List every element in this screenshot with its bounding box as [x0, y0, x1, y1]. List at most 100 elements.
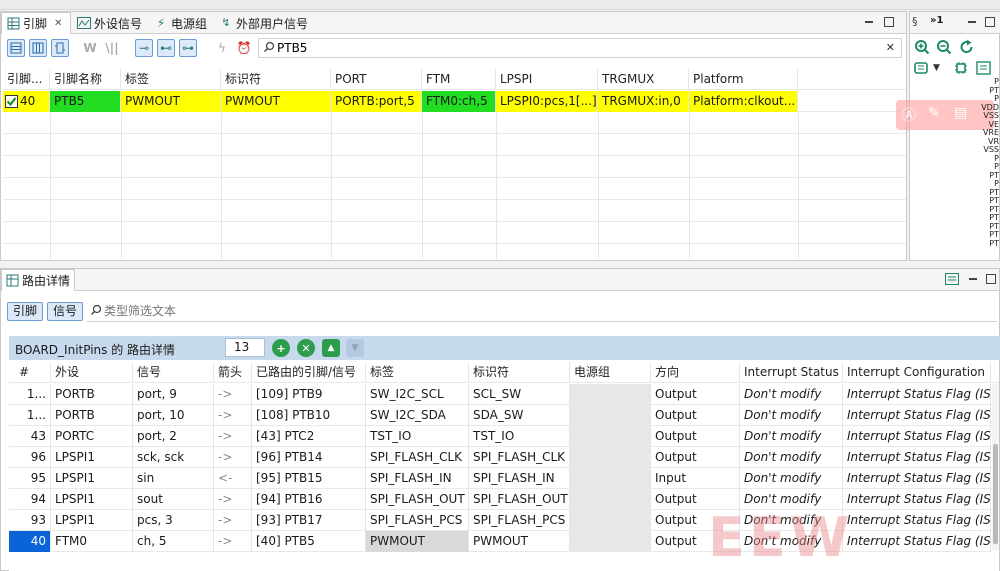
label-cell[interactable]: SPI_FLASH_PCS: [366, 510, 469, 531]
arrow-cell[interactable]: <-: [214, 468, 252, 489]
col-header-number[interactable]: #: [9, 362, 51, 383]
label-cell[interactable]: SPI_FLASH_OUT: [366, 489, 469, 510]
interrupt-config-cell[interactable]: Interrupt Status Flag (IS: [843, 405, 991, 426]
remove-route-button[interactable]: ✕: [297, 339, 315, 357]
identifier-cell[interactable]: SPI_FLASH_IN: [469, 468, 570, 489]
identifier-cell[interactable]: SPI_FLASH_CLK: [469, 447, 570, 468]
routed-pin-cell[interactable]: [93] PTB17: [252, 510, 366, 531]
routed-pin-cell[interactable]: [40] PTB5: [252, 531, 366, 552]
routed-pin-cell[interactable]: [94] PTB16: [252, 489, 366, 510]
label-cell[interactable]: SPI_FLASH_IN: [366, 468, 469, 489]
routing-count-box[interactable]: 13: [225, 338, 265, 357]
pin-number-cell[interactable]: 40: [3, 91, 50, 112]
power-group-cell[interactable]: [570, 468, 651, 489]
move-down-button[interactable]: ▼: [346, 339, 364, 357]
signal-cell[interactable]: ch, 5: [133, 531, 214, 552]
route-both-button[interactable]: ⊷: [157, 39, 175, 57]
signal-cell[interactable]: port, 10: [133, 405, 214, 426]
close-icon[interactable]: ✕: [54, 18, 62, 29]
routed-pin-cell[interactable]: [43] PTC2: [252, 426, 366, 447]
identifier-cell[interactable]: SPI_FLASH_PCS: [469, 510, 570, 531]
number-cell[interactable]: 43: [9, 426, 51, 447]
zoom-out-icon[interactable]: [936, 39, 952, 58]
power-group-cell[interactable]: [570, 426, 651, 447]
table-row[interactable]: 1... PORTB port, 10 -> [108] PTB10 SW_I2C_SDA…: [9, 405, 992, 426]
col-header-port[interactable]: PORT: [331, 69, 422, 90]
arrow-cell[interactable]: ->: [214, 426, 252, 447]
arrow-cell[interactable]: ->: [214, 405, 252, 426]
more-tabs-indicator[interactable]: »1: [930, 15, 943, 26]
direction-cell[interactable]: Output: [651, 405, 740, 426]
power-group-cell[interactable]: [570, 405, 651, 426]
arrow-cell[interactable]: ->: [214, 489, 252, 510]
label-cell[interactable]: TST_IO: [366, 426, 469, 447]
col-header-lpspi[interactable]: LPSPI: [496, 69, 598, 90]
peripheral-cell[interactable]: FTM0: [51, 531, 133, 552]
number-cell[interactable]: 1...: [9, 405, 51, 426]
vertical-scrollbar[interactable]: [992, 384, 999, 550]
add-route-button[interactable]: +: [272, 339, 290, 357]
tab-pins[interactable]: 引脚 ✕: [1, 12, 71, 34]
interrupt-status-cell[interactable]: Don't modify: [740, 426, 843, 447]
col-header-pin-number[interactable]: 引脚...: [3, 69, 50, 90]
arrow-cell[interactable]: ->: [214, 447, 252, 468]
col-header-interrupt-status[interactable]: Interrupt Status: [740, 362, 843, 383]
peripheral-cell[interactable]: PORTC: [51, 426, 133, 447]
minimize-button[interactable]: [966, 16, 978, 31]
interrupt-config-cell[interactable]: Interrupt Status Flag (IS: [843, 468, 991, 489]
chip-view-button[interactable]: [51, 39, 69, 57]
peripheral-cell[interactable]: LPSPI1: [51, 510, 133, 531]
routed-pin-cell[interactable]: [96] PTB14: [252, 447, 366, 468]
peripheral-cell[interactable]: LPSPI1: [51, 489, 133, 510]
dropdown-arrow-icon[interactable]: ▼: [933, 63, 940, 73]
panel-overflow-icon[interactable]: §: [912, 15, 918, 28]
arrow-cell[interactable]: ->: [214, 384, 252, 405]
number-cell[interactable]: 40: [9, 531, 51, 552]
pin-name-cell[interactable]: PTB5: [50, 91, 121, 112]
interrupt-config-cell[interactable]: Interrupt Status Flag (IS: [843, 426, 991, 447]
power-group-cell[interactable]: [570, 384, 651, 405]
panel-menu-icon[interactable]: [945, 273, 959, 288]
clear-filter-icon[interactable]: ✕: [886, 41, 895, 54]
label-cell[interactable]: SPI_FLASH_CLK: [366, 447, 469, 468]
signal-cell[interactable]: port, 9: [133, 384, 214, 405]
interrupt-status-cell[interactable]: Don't modify: [740, 384, 843, 405]
col-header-signal[interactable]: 信号: [133, 362, 214, 383]
routed-pin-cell[interactable]: [95] PTB15: [252, 468, 366, 489]
signal-w-icon[interactable]: W: [81, 39, 99, 57]
table-row[interactable]: 1... PORTB port, 9 -> [109] PTB9 SW_I2C_SCL SC…: [9, 384, 992, 405]
number-cell[interactable]: 96: [9, 447, 51, 468]
move-up-button[interactable]: ▲: [322, 339, 340, 357]
routing-filter-input[interactable]: [104, 302, 984, 319]
arrow-cell[interactable]: ->: [214, 510, 252, 531]
power-group-cell[interactable]: [570, 489, 651, 510]
route-right-button[interactable]: ⊶: [179, 39, 197, 57]
table-row[interactable]: 43 PORTC port, 2 -> [43] PTC2 TST_IO TST_IO Out…: [9, 426, 992, 447]
direction-cell[interactable]: Input: [651, 468, 740, 489]
direction-cell[interactable]: Output: [651, 447, 740, 468]
interrupt-status-cell[interactable]: Don't modify: [740, 405, 843, 426]
lpspi-cell[interactable]: LPSPI0:pcs,1[...]: [496, 91, 598, 112]
col-header-platform[interactable]: Platform: [689, 69, 798, 90]
signal-cell[interactable]: sin: [133, 468, 214, 489]
col-header-arrow[interactable]: 箭头: [214, 362, 252, 383]
signal-cell[interactable]: port, 2: [133, 426, 214, 447]
power-icon[interactable]: ϟ: [213, 39, 231, 57]
table-row[interactable]: 96 LPSPI1 sck, sck -> [96] PTB14 SPI_FLASH_CL…: [9, 447, 992, 468]
power-group-cell[interactable]: [570, 510, 651, 531]
identifier-cell[interactable]: SCL_SW: [469, 384, 570, 405]
peripheral-cell[interactable]: PORTB: [51, 405, 133, 426]
ftm-cell[interactable]: FTM0:ch,5: [422, 91, 496, 112]
maximize-button[interactable]: [883, 16, 895, 28]
route-left-button[interactable]: ⊸: [135, 39, 153, 57]
mode-pins-button[interactable]: 引脚: [7, 302, 44, 321]
maximize-button[interactable]: [984, 16, 996, 31]
label-cell[interactable]: PWMOUT: [366, 531, 469, 552]
col-header-label[interactable]: 标签: [121, 69, 221, 90]
number-cell[interactable]: 95: [9, 468, 51, 489]
interrupt-status-cell[interactable]: Don't modify: [740, 468, 843, 489]
minimize-button[interactable]: [967, 273, 979, 288]
layout-cols-button[interactable]: [29, 39, 47, 57]
arrow-cell[interactable]: ->: [214, 531, 252, 552]
interrupt-config-cell[interactable]: Interrupt Status Flag (IS: [843, 384, 991, 405]
